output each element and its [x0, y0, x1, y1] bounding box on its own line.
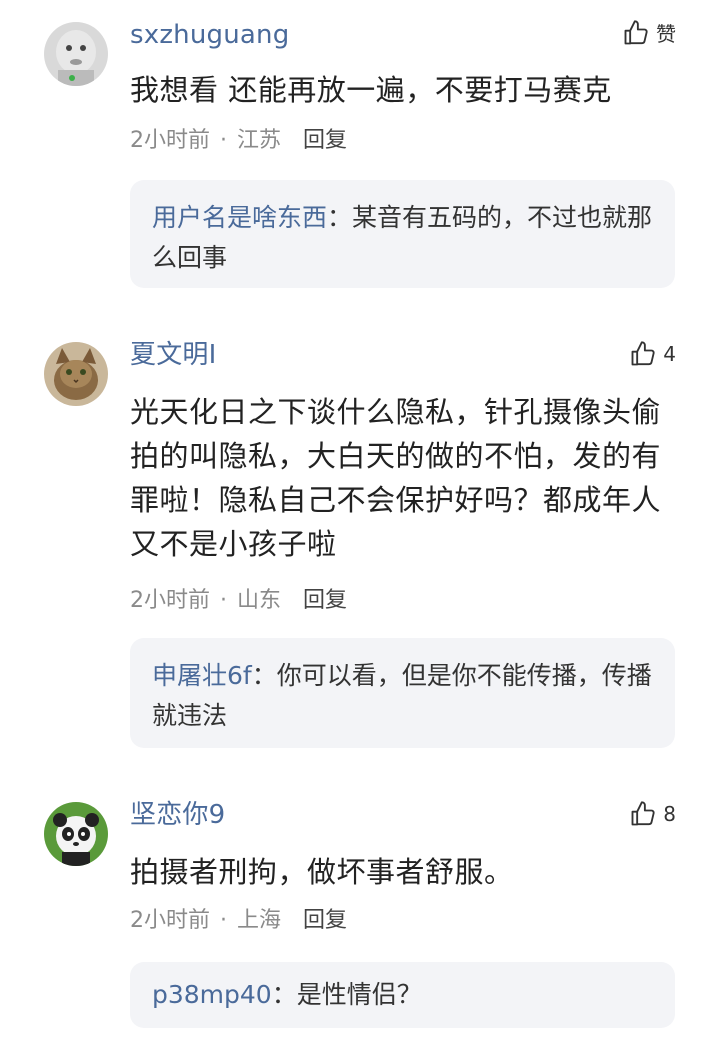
reply-username[interactable]: 用户名是啥东西 — [152, 203, 327, 232]
location: 山东 — [237, 588, 282, 613]
like-button[interactable]: 4 — [629, 340, 676, 368]
thumbs-up-icon — [629, 800, 657, 828]
comment-text: 我想看 还能再放一遍，不要打马赛克 — [130, 73, 612, 107]
like-count: 赞 — [656, 22, 676, 46]
thumbs-up-icon — [622, 19, 650, 47]
timestamp: 2小时前 — [130, 588, 210, 613]
reply-button[interactable]: 回复 — [303, 588, 347, 614]
comment-text: 光天化日之下谈什么隐私，针孔摄像头偷拍的叫隐私，大白天的做的不怕，发的有罪啦！隐… — [130, 395, 662, 561]
like-button[interactable]: 赞 — [622, 18, 676, 47]
comment-meta: 2小时前 · 山东 回复 — [130, 588, 347, 614]
avatar[interactable] — [44, 342, 108, 406]
reply-separator: ： — [327, 203, 353, 232]
reply-preview[interactable]: p38mp40：是性情侣？ — [130, 962, 675, 1028]
timestamp: 2小时前 — [130, 908, 210, 933]
like-button[interactable]: 8 — [629, 800, 676, 828]
location: 上海 — [237, 908, 282, 933]
reply-text: 是性情侣？ — [296, 980, 422, 1009]
thumbs-up-icon — [629, 340, 657, 368]
reply-separator: ： — [251, 661, 277, 690]
reply-button[interactable]: 回复 — [303, 128, 347, 154]
reply-username[interactable]: 申屠壮6f — [152, 661, 252, 690]
avatar[interactable] — [44, 802, 108, 866]
username[interactable]: sxzhuguang — [130, 20, 289, 50]
like-count: 8 — [663, 802, 676, 826]
separator-dot: · — [220, 128, 227, 153]
reply-separator: ： — [271, 980, 297, 1009]
comment-meta: 2小时前 · 上海 回复 — [130, 908, 347, 934]
avatar[interactable] — [44, 22, 108, 86]
reply-preview[interactable]: 用户名是啥东西：某音有五码的，不过也就那么回事 — [130, 180, 675, 288]
location: 江苏 — [237, 128, 282, 153]
reply-preview[interactable]: 申屠壮6f：你可以看，但是你不能传播，传播就违法 — [130, 638, 675, 748]
reply-username[interactable]: p38mp40 — [152, 980, 272, 1009]
username[interactable]: 坚恋你9 — [130, 800, 225, 830]
separator-dot: · — [220, 908, 227, 933]
comment-text: 拍摄者刑拘，做坏事者舒服。 — [130, 855, 514, 889]
comment-meta: 2小时前 · 江苏 回复 — [130, 128, 347, 154]
comment-list: sxzhuguang 赞 我想看 还能再放一遍，不要打马赛克 2小时前 · 江苏… — [0, 0, 720, 1039]
separator-dot: · — [220, 588, 227, 613]
username[interactable]: 夏文明I — [130, 340, 216, 370]
timestamp: 2小时前 — [130, 128, 210, 153]
like-count: 4 — [663, 342, 676, 366]
reply-button[interactable]: 回复 — [303, 908, 347, 934]
